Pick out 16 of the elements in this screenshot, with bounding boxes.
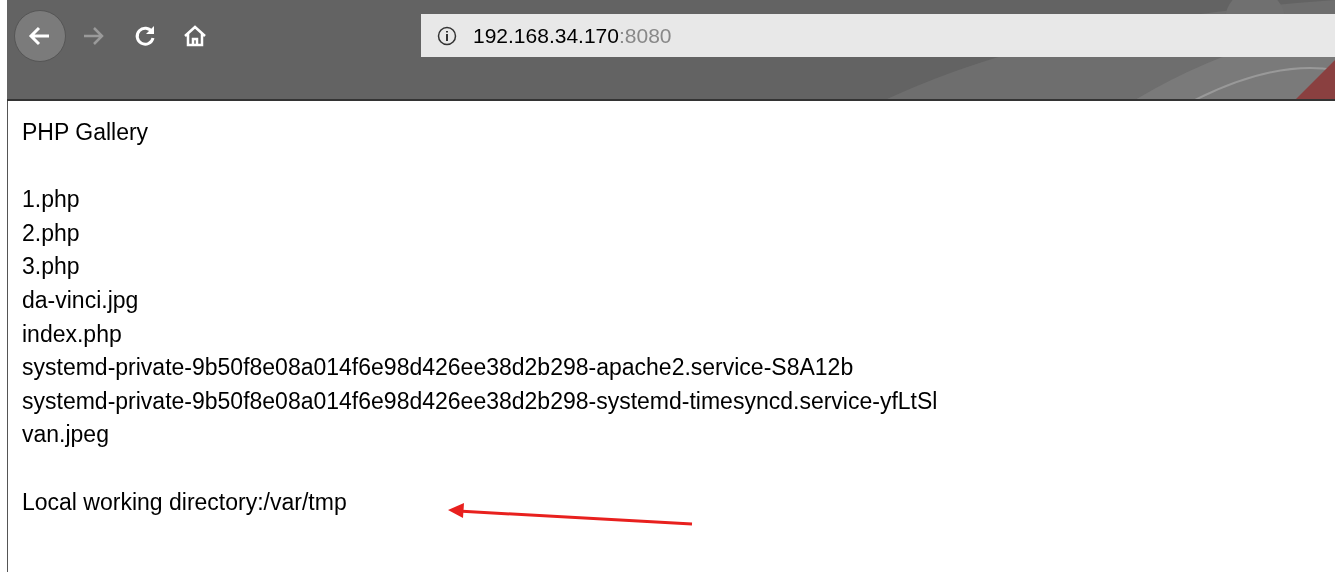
back-button[interactable]: [14, 10, 66, 62]
file-link[interactable]: 2.php: [22, 216, 80, 251]
file-link[interactable]: van.jpeg: [22, 418, 109, 452]
page-title: PHP Gallery: [22, 118, 149, 147]
file-link[interactable]: systemd-private-9b50f8e08a014f6e98d426ee38d2b298-apache2.service-S8A12b: [22, 351, 854, 385]
url-port: :8080: [619, 22, 672, 49]
address-bar[interactable]: 192.168.34.170:8080: [421, 14, 1335, 57]
home-icon[interactable]: [182, 23, 208, 49]
file-link[interactable]: index.php: [22, 317, 122, 352]
working-directory-text: Local working directory:/var/tmp: [22, 487, 347, 517]
file-link[interactable]: da-vinci.jpg: [22, 283, 139, 318]
file-link[interactable]: 3.php: [22, 250, 80, 284]
info-icon: [437, 25, 457, 46]
file-link[interactable]: systemd-private-9b50f8e08a014f6e98d426ee38d2b298-systemd-timesyncd.service-yfLtSl: [22, 384, 938, 419]
url-host: 192.168.34.170: [473, 22, 619, 49]
file-link[interactable]: 1.php: [22, 183, 80, 217]
